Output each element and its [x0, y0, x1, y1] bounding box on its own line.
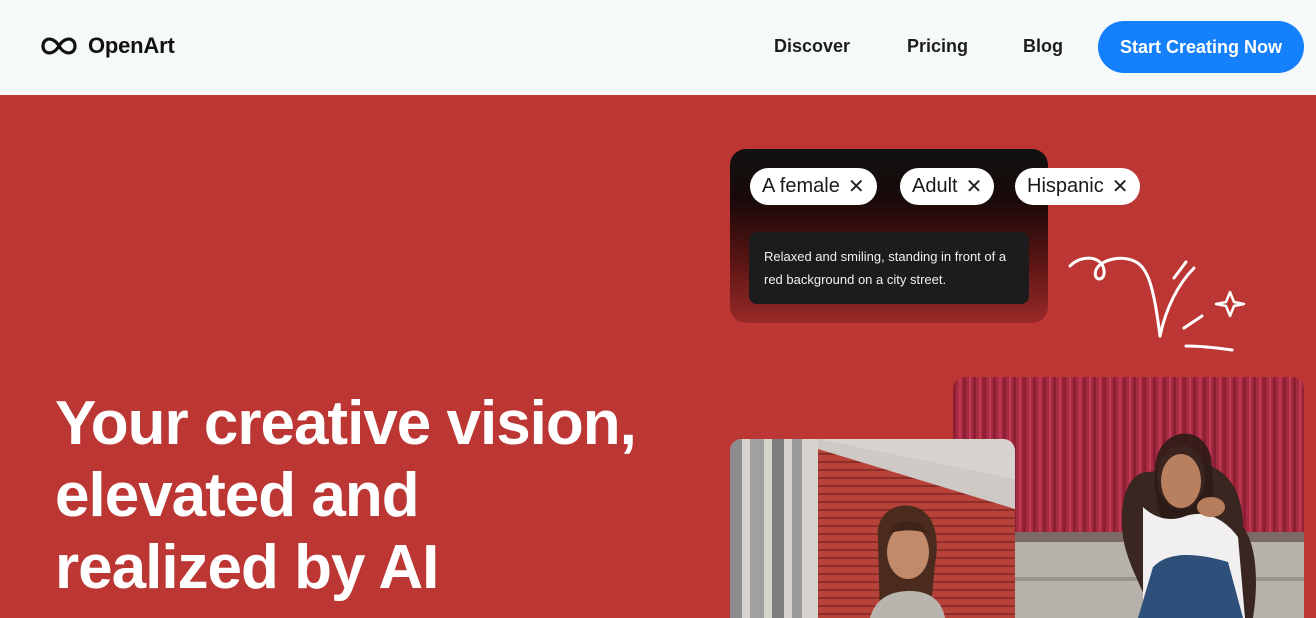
hero-title-line-3: realized by AI [55, 533, 439, 602]
close-icon[interactable]: ✕ [848, 177, 865, 197]
prompt-text-box: Relaxed and smiling, standing in front o… [749, 232, 1029, 304]
close-icon[interactable]: ✕ [1112, 177, 1129, 197]
tag-label: Hispanic [1027, 175, 1104, 197]
close-icon[interactable]: ✕ [966, 177, 983, 197]
tag-label: Adult [912, 175, 958, 197]
hero-title-line-2: elevated and [55, 461, 420, 530]
site-header: OpenArt Discover Pricing Blog Start Crea… [0, 0, 1316, 95]
tag-label: A female [762, 175, 840, 197]
nav-discover[interactable]: Discover [774, 36, 850, 57]
sparkle-doodle-icon [1068, 256, 1246, 352]
nav-pricing[interactable]: Pricing [907, 36, 968, 57]
tag-chip-female[interactable]: A female ✕ [750, 168, 877, 205]
infinity-icon [40, 34, 78, 58]
hero-title-line-1: Your creative vision, [55, 389, 637, 458]
start-creating-button[interactable]: Start Creating Now [1098, 21, 1304, 73]
brand-name: OpenArt [88, 33, 175, 58]
tag-chip-adult[interactable]: Adult ✕ [900, 168, 995, 205]
brand-logo[interactable]: OpenArt [40, 33, 175, 59]
sample-photo-woman-street [730, 439, 1015, 618]
hero-title: Your creative vision, elevated and reali… [55, 388, 695, 604]
nav-blog[interactable]: Blog [1023, 36, 1063, 57]
tag-chip-hispanic[interactable]: Hispanic ✕ [1015, 168, 1141, 205]
